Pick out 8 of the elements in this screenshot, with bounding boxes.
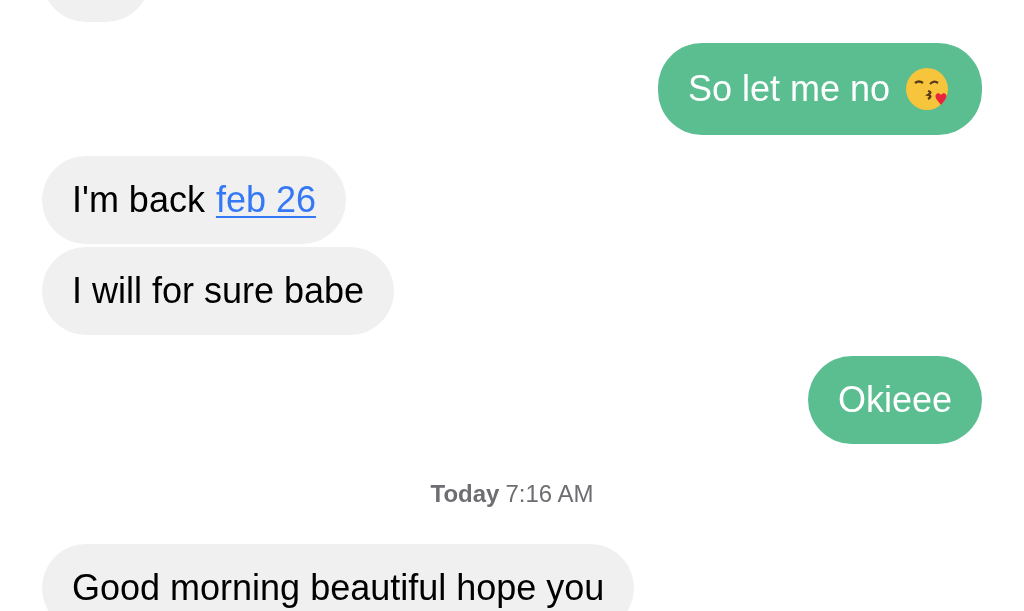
timestamp-day: Today: [430, 480, 500, 508]
message-text: Okieee: [837, 378, 952, 422]
timestamp-time: 7:16 AM: [505, 480, 594, 508]
date-link[interactable]: feb 26: [215, 178, 316, 222]
message-text: I will for sure babe: [72, 269, 365, 313]
message-text: I'm back: [72, 178, 205, 222]
message-text: Good morning beautiful hope you: [72, 566, 605, 610]
message-text: So let me no: [687, 67, 890, 111]
